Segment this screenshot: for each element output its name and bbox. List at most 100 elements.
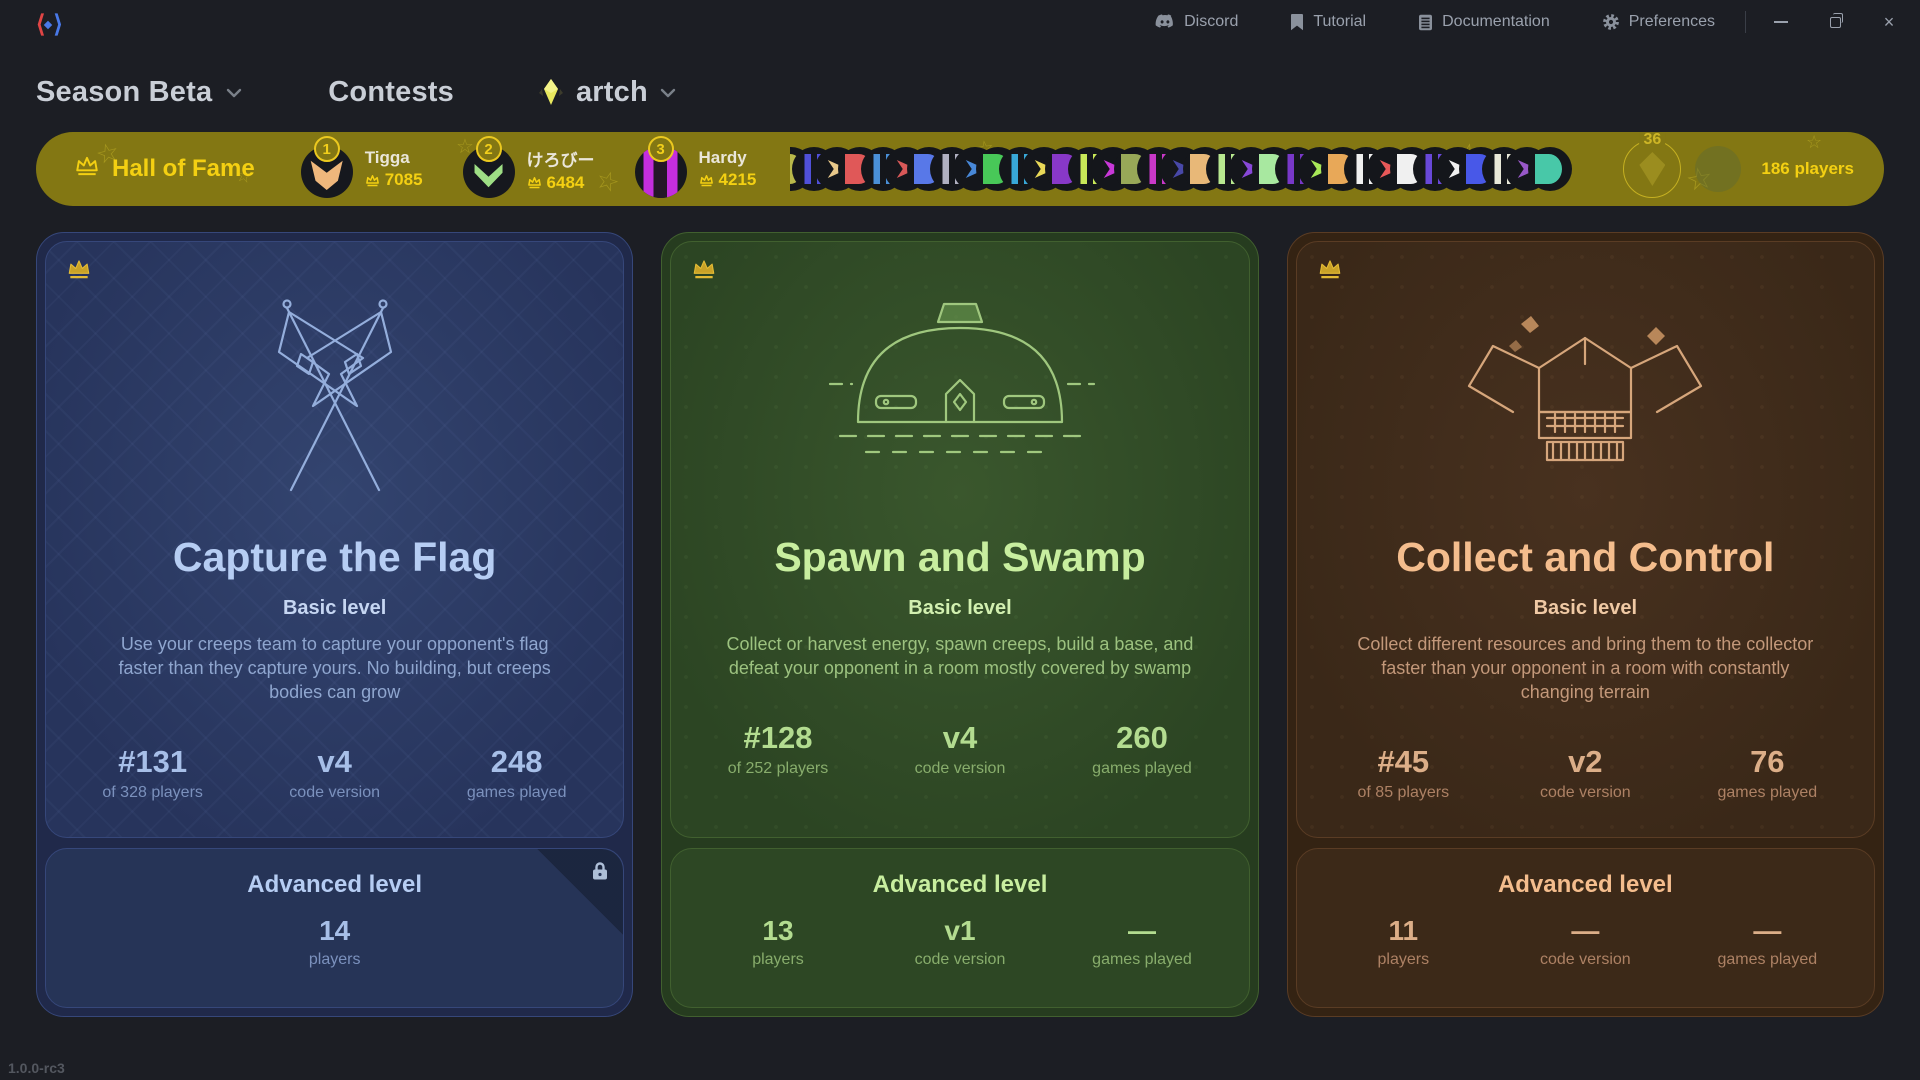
stat: — code version	[1521, 915, 1649, 969]
chevron-down-icon	[226, 85, 242, 103]
stat-value: 13	[762, 915, 793, 947]
rank-badge: 2	[476, 136, 502, 162]
crown-icon	[527, 176, 542, 189]
chevron-down-icon	[660, 85, 676, 103]
stat-value: v1	[944, 915, 975, 947]
card-spawn-and-swamp[interactable]: Spawn and Swamp Basic level Collect or h…	[661, 232, 1258, 1017]
advanced-level-title: Advanced level	[247, 871, 422, 899]
stat: #45 of 85 players	[1339, 744, 1467, 802]
basic-stats: #131 of 328 players v4 code version 248 …	[89, 744, 581, 802]
minimize-icon	[1774, 21, 1788, 23]
discord-button[interactable]: Discord	[1155, 13, 1238, 31]
advanced-stats: 11 players — code version — games played	[1339, 915, 1831, 969]
tutorial-button[interactable]: Tutorial	[1290, 13, 1366, 31]
faded-avatar	[1695, 146, 1741, 192]
stat: v1 code version	[896, 915, 1024, 969]
window-controls: ×	[1772, 13, 1898, 31]
stat-label: code version	[915, 760, 1006, 778]
gem-icon	[1639, 152, 1665, 186]
discord-icon	[1155, 14, 1175, 30]
tutorial-label: Tutorial	[1313, 13, 1366, 31]
hall-of-fame-banner[interactable]: ☆ ☆ ☆ ☆ ☆ ☆ ☆ ☆ ☆ Hall of Fame 1 Tigga 7…	[36, 132, 1884, 206]
nav-row: Season Beta Contests artch	[0, 66, 1920, 118]
basic-level-panel[interactable]: Collect and Control Basic level Collect …	[1296, 241, 1875, 838]
advanced-level-panel[interactable]: Advanced level 11 players — code version…	[1296, 848, 1875, 1008]
crown-icon	[365, 174, 380, 187]
lock-icon	[591, 861, 609, 881]
player-avatar-strip[interactable]	[790, 147, 1607, 191]
player-score: 6484	[547, 173, 585, 193]
season-label: Season Beta	[36, 76, 212, 109]
stat: 13 players	[714, 915, 842, 969]
stat: — games played	[1078, 915, 1206, 969]
more-players-badge: 36	[1621, 138, 1683, 200]
titlebar-menu: Discord Tutorial Documentation Preferenc…	[1155, 13, 1715, 31]
stat-label: games played	[467, 784, 567, 802]
app-version: 1.0.0-rc3	[8, 1060, 65, 1076]
documentation-button[interactable]: Documentation	[1418, 13, 1550, 31]
gem-icon	[538, 77, 564, 107]
hall-of-fame-label: Hall of Fame	[112, 155, 255, 183]
close-button[interactable]: ×	[1880, 13, 1898, 31]
minimize-button[interactable]	[1772, 13, 1790, 31]
stat-value: v4	[943, 720, 977, 756]
advanced-stats: 14 players	[271, 915, 399, 969]
more-players-count: 36	[1639, 132, 1665, 149]
top-player-3[interactable]: 3 Hardy 4215	[635, 140, 757, 198]
game-title: Capture the Flag	[173, 534, 496, 581]
documentation-label: Documentation	[1442, 13, 1550, 31]
preferences-button[interactable]: Preferences	[1602, 13, 1715, 31]
top-player-2[interactable]: 2 けろびー 6484	[463, 140, 595, 198]
stat: #128 of 252 players	[714, 720, 842, 778]
players-count: 186 players	[1741, 159, 1854, 179]
card-collect-and-control[interactable]: Collect and Control Basic level Collect …	[1287, 232, 1884, 1017]
account-selector[interactable]: artch	[538, 76, 676, 109]
stat-label: of 328 players	[102, 784, 203, 802]
restore-icon	[1830, 17, 1841, 28]
collect-and-control-illustration	[1435, 286, 1735, 502]
stat-value: #131	[118, 744, 187, 780]
discord-label: Discord	[1184, 13, 1238, 31]
basic-level-panel[interactable]: Spawn and Swamp Basic level Collect or h…	[670, 241, 1249, 838]
game-title: Spawn and Swamp	[774, 534, 1145, 581]
stat: 11 players	[1339, 915, 1467, 969]
titlebar-divider	[1745, 11, 1746, 33]
rank-badge: 3	[648, 136, 674, 162]
preferences-label: Preferences	[1629, 13, 1715, 31]
stat: v4 code version	[271, 744, 399, 802]
level-label: Basic level	[1534, 597, 1637, 620]
logo-dot	[44, 20, 52, 28]
level-label: Basic level	[908, 597, 1011, 620]
top-player-1[interactable]: 1 Tigga 7085	[301, 140, 423, 198]
crown-icon	[699, 174, 714, 187]
stat-label: games played	[1718, 951, 1818, 969]
stat-value: 260	[1116, 720, 1168, 756]
basic-level-panel[interactable]: Capture the Flag Basic level Use your cr…	[45, 241, 624, 838]
stat-label: games played	[1092, 760, 1192, 778]
tab-contests[interactable]: Contests	[328, 76, 454, 109]
top-players: 1 Tigga 7085 2 けろびー 6484 3 Hardy	[301, 140, 757, 198]
stat-label: games played	[1718, 784, 1818, 802]
contests-label: Contests	[328, 76, 454, 109]
stat-label: players	[1378, 951, 1430, 969]
advanced-level-panel[interactable]: Advanced level 14 players	[45, 848, 624, 1008]
stat: v2 code version	[1521, 744, 1649, 802]
stat-value: 76	[1750, 744, 1784, 780]
bookmark-icon	[1290, 14, 1304, 31]
locked-ribbon	[537, 849, 623, 935]
basic-stats: #128 of 252 players v4 code version 260 …	[714, 720, 1206, 778]
season-selector[interactable]: Season Beta	[36, 76, 242, 109]
restore-button[interactable]	[1826, 13, 1844, 31]
basic-stats: #45 of 85 players v2 code version 76 gam…	[1339, 744, 1831, 802]
stat-value: v4	[317, 744, 351, 780]
game-description: Use your creeps team to capture your opp…	[100, 632, 570, 704]
game-description: Collect different resources and bring th…	[1350, 632, 1820, 704]
stat: 260 games played	[1078, 720, 1206, 778]
stat-label: games played	[1092, 951, 1192, 969]
advanced-stats: 13 players v1 code version — games playe…	[714, 915, 1206, 969]
stat-label: players	[309, 951, 361, 969]
advanced-level-panel[interactable]: Advanced level 13 players v1 code versio…	[670, 848, 1249, 1008]
document-icon	[1418, 14, 1433, 31]
game-description: Collect or harvest energy, spawn creeps,…	[725, 632, 1195, 680]
card-capture-the-flag[interactable]: Capture the Flag Basic level Use your cr…	[36, 232, 633, 1017]
